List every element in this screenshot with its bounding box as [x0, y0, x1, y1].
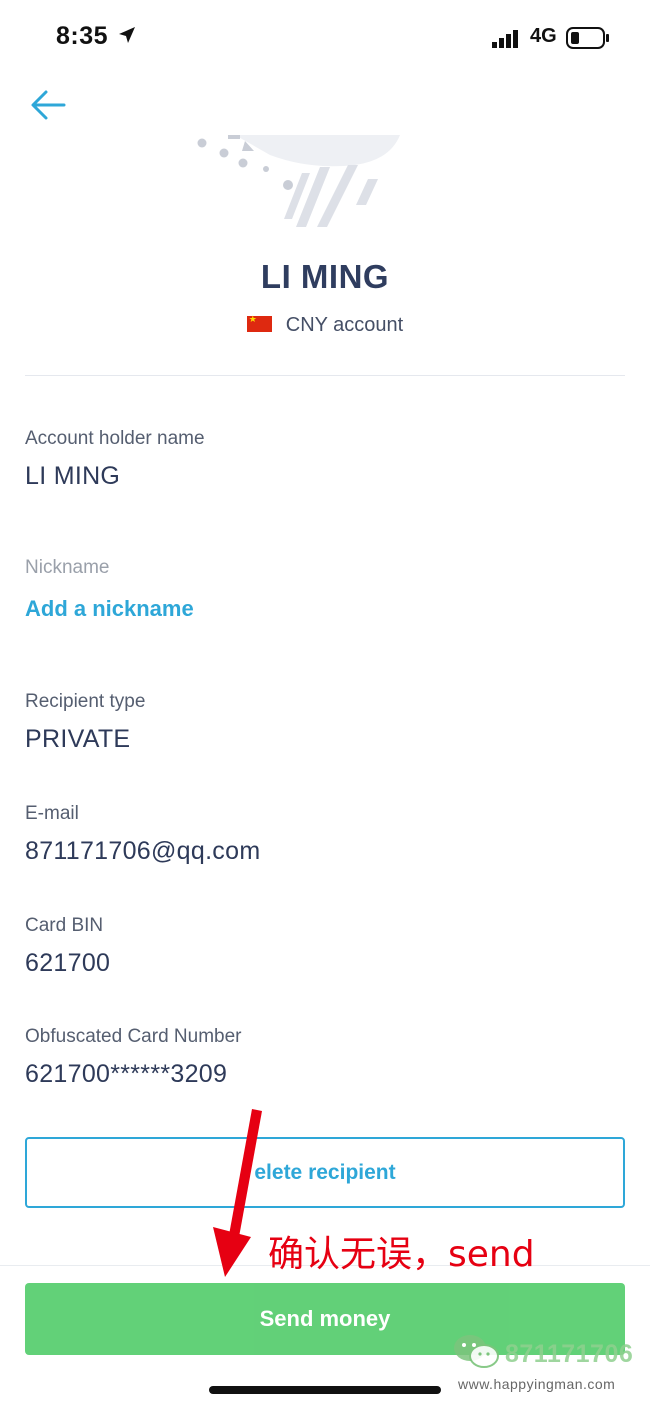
china-flag-icon [246, 314, 272, 332]
account-currency-label: CNY account [285, 314, 404, 336]
recipient-avatar [197, 135, 400, 227]
home-indicator[interactable] [209, 1386, 441, 1394]
back-arrow-icon[interactable] [30, 88, 66, 122]
red-arrow-annotation-icon [213, 1109, 262, 1277]
email-value: 871171706@qq.com [25, 837, 261, 865]
location-arrow-icon [119, 27, 135, 43]
network-type: 4G [530, 25, 557, 47]
recipient-type-value: PRIVATE [25, 725, 131, 753]
section-divider [25, 375, 625, 376]
card-bin-value: 621700 [25, 949, 111, 977]
recipient-name: LI MING [260, 258, 390, 295]
card-bin-label: Card BIN [25, 915, 104, 936]
nickname-label: Nickname [25, 557, 110, 578]
status-time: 8:35 [56, 22, 109, 50]
battery-icon [566, 27, 609, 49]
watermark-url: www.happyingman.com [458, 1376, 616, 1392]
card-number-label: Obfuscated Card Number [25, 1026, 242, 1047]
watermark-number: 871171706 [505, 1340, 634, 1368]
recipient-type-label: Recipient type [25, 691, 146, 712]
account-holder-label: Account holder name [25, 428, 205, 449]
account-currency-row: CNY account [0, 314, 650, 337]
annotation-text: 确认无误，send [268, 1234, 535, 1275]
account-holder-value: LI MING [25, 462, 121, 490]
delete-recipient-button[interactable]: elete recipient [25, 1137, 625, 1208]
email-label: E-mail [25, 803, 79, 824]
wechat-logo-icon [454, 1335, 499, 1368]
signal-icon [492, 30, 518, 48]
card-number-value: 621700******3209 [25, 1060, 228, 1088]
add-nickname-link[interactable]: Add a nickname [25, 596, 194, 622]
